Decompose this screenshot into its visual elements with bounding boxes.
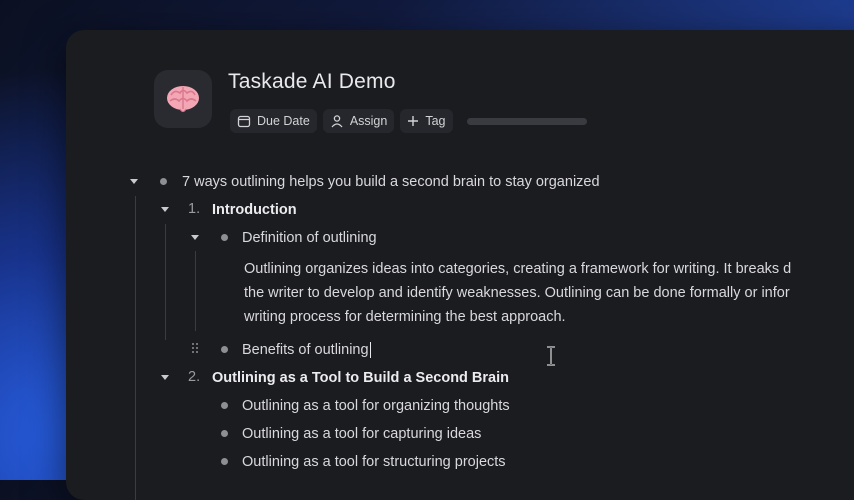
outline-item-root[interactable]: 7 ways outlining helps you build a secon…: [182, 171, 600, 193]
bullet[interactable]: [221, 430, 228, 437]
collapse-toggle[interactable]: [191, 235, 199, 240]
bullet[interactable]: [160, 178, 167, 185]
outline-item-structuring-projects[interactable]: Outlining as a tool for structuring proj…: [242, 451, 506, 473]
paragraph-line: the writer to develop and identify weakn…: [244, 285, 790, 301]
outline-item-capturing-ideas[interactable]: Outlining as a tool for capturing ideas: [242, 423, 481, 445]
app-window: Taskade AI Demo Due Date Assign Tag 7 wa…: [66, 30, 854, 500]
indent-guide: [135, 196, 136, 500]
outline-item-organizing-thoughts[interactable]: Outlining as a tool for organizing thoug…: [242, 395, 510, 417]
outline-item-benefits[interactable]: Benefits of outlining: [242, 339, 371, 361]
text-cursor-icon: [547, 346, 555, 366]
indent-guide: [165, 224, 166, 340]
note-paragraph[interactable]: Outlining organizes ideas into categorie…: [244, 257, 854, 329]
text-caret: [369, 342, 371, 358]
item-number: 2.: [188, 369, 201, 385]
paragraph-line: Outlining organizes ideas into categorie…: [244, 261, 792, 277]
outline-tree: 7 ways outlining helps you build a secon…: [66, 30, 854, 500]
bullet[interactable]: [221, 402, 228, 409]
paragraph-line: writing process for determining the best…: [244, 309, 566, 325]
drag-handle-icon[interactable]: [192, 343, 202, 355]
outline-item-second-brain[interactable]: Outlining as a Tool to Build a Second Br…: [212, 367, 509, 389]
bullet[interactable]: [221, 234, 228, 241]
indent-guide: [195, 251, 196, 331]
item-number: 1.: [188, 201, 201, 217]
outline-item-benefits-label: Benefits of outlining: [242, 342, 369, 358]
outline-item-definition[interactable]: Definition of outlining: [242, 227, 377, 249]
bullet[interactable]: [221, 346, 228, 353]
collapse-toggle[interactable]: [161, 375, 169, 380]
collapse-toggle[interactable]: [130, 179, 138, 184]
collapse-toggle[interactable]: [161, 207, 169, 212]
bullet[interactable]: [221, 458, 228, 465]
outline-item-introduction[interactable]: Introduction: [212, 199, 297, 221]
